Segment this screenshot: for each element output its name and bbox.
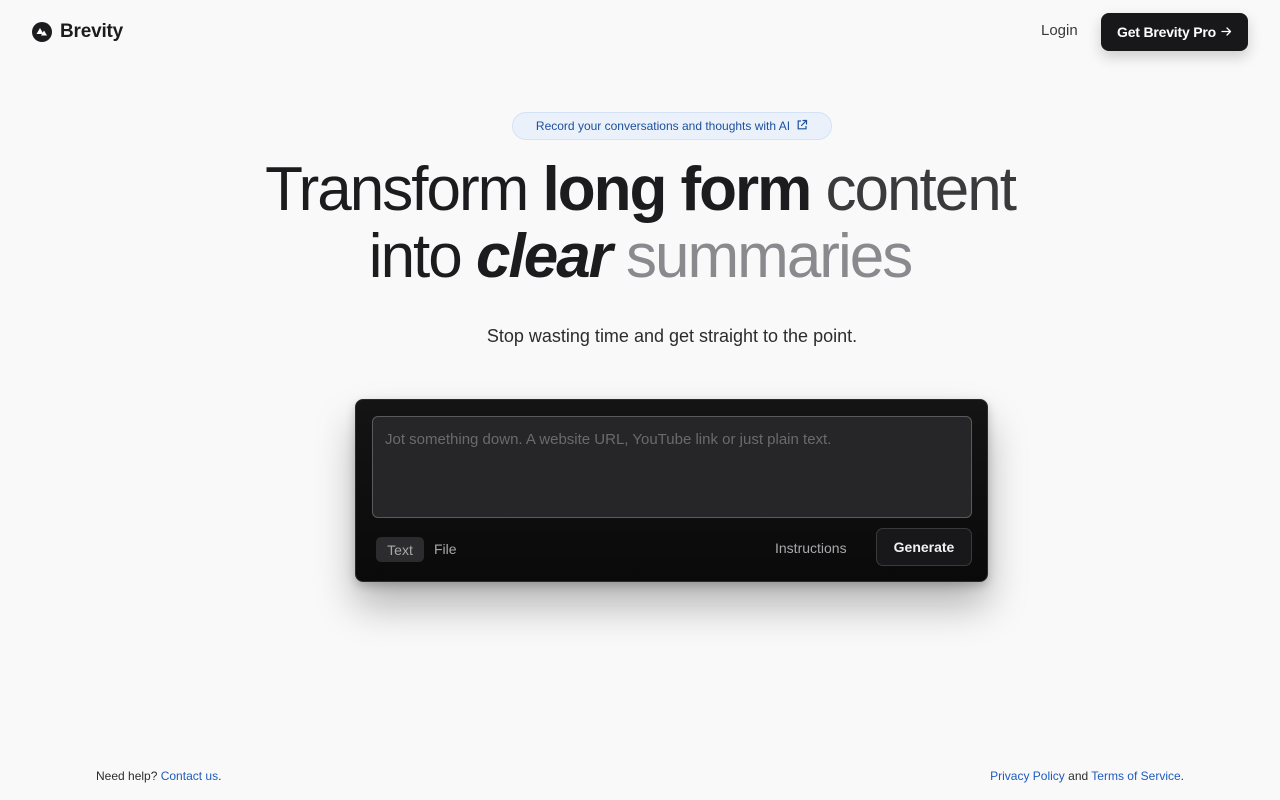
footer-help: Need help? Contact us. xyxy=(96,769,221,783)
content-input[interactable] xyxy=(372,416,972,518)
generate-button[interactable]: Generate xyxy=(876,528,972,566)
and-text: and xyxy=(1064,769,1092,783)
mode-tab-file[interactable]: File xyxy=(434,541,457,557)
contact-link[interactable]: Contact us xyxy=(161,769,218,783)
arrow-right-icon xyxy=(1221,24,1232,40)
composer-panel: Text File Instructions Generate xyxy=(355,399,988,582)
get-pro-button-label: Get Brevity Pro xyxy=(1117,24,1216,40)
headline-word-transform: Transform xyxy=(265,155,543,224)
contact-suffix: . xyxy=(218,769,222,783)
brand[interactable]: Brevity xyxy=(32,20,123,44)
get-pro-button[interactable]: Get Brevity Pro xyxy=(1101,13,1248,51)
login-link[interactable]: Login xyxy=(1041,22,1078,39)
hero-subline: Stop wasting time and get straight to th… xyxy=(486,326,858,346)
footer-legal: Privacy Policy and Terms of Service. xyxy=(990,769,1184,783)
announcement-pill-text: Record your conversations and thoughts w… xyxy=(535,119,791,133)
headline-word-summaries: summaries xyxy=(610,222,913,291)
top-header: Brevity Login Get Brevity Pro xyxy=(0,0,1280,64)
headline-word-long-form: long form xyxy=(542,155,812,224)
instructions-button[interactable]: Instructions xyxy=(775,540,847,556)
terms-suffix: . xyxy=(1180,769,1184,783)
mode-tab-text[interactable]: Text xyxy=(376,537,424,562)
headline-line-2: into clear summaries xyxy=(368,222,913,291)
brand-logo-icon xyxy=(32,22,52,42)
announcement-pill[interactable]: Record your conversations and thoughts w… xyxy=(512,112,832,140)
help-prefix: Need help? xyxy=(96,769,161,783)
headline-word-content: content xyxy=(810,155,1017,224)
headline-line-1: Transform long form content xyxy=(265,155,1017,224)
privacy-policy-link[interactable]: Privacy Policy xyxy=(990,769,1065,783)
external-link-icon xyxy=(796,119,808,134)
headline-word-clear: clear xyxy=(476,222,613,291)
terms-of-service-link[interactable]: Terms of Service xyxy=(1091,769,1180,783)
hero-headline: Transform long form content into clear s… xyxy=(200,156,1080,290)
brand-name: Brevity xyxy=(60,21,124,42)
headline-word-into: into xyxy=(368,222,476,291)
